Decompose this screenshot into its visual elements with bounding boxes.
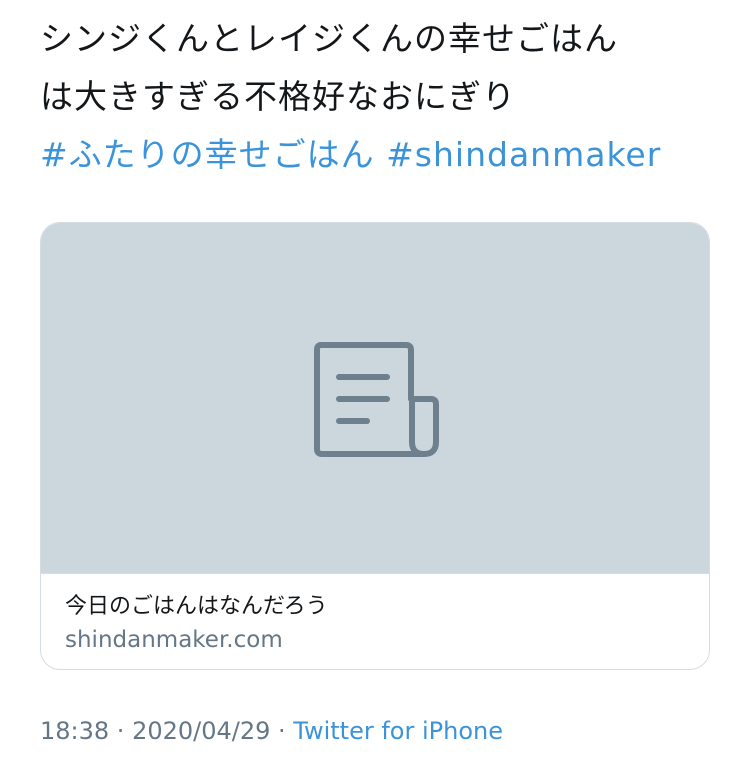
tweet-time[interactable]: 18:38 (40, 717, 109, 745)
meta-separator: · (109, 717, 133, 745)
card-media-placeholder (41, 223, 709, 574)
tweet-meta: 18:38 · 2020/04/29 · Twitter for iPhone (40, 714, 503, 748)
link-preview-card[interactable]: 今日のごはんはなんだろう shindanmaker.com (40, 222, 710, 670)
article-document-icon (314, 342, 439, 457)
tweet-date[interactable]: 2020/04/29 (132, 717, 270, 745)
card-title: 今日のごはんはなんだろう (65, 594, 328, 619)
tweet-text-line-2: は大きすぎる不格好なおにぎり (40, 77, 516, 116)
hashtag-row: #ふたりの幸せごはん #shindanmaker (40, 126, 710, 184)
tweet-source-link[interactable]: Twitter for iPhone (293, 717, 503, 745)
hashtag-link-shindanmaker[interactable]: #shindanmaker (386, 135, 661, 174)
meta-separator: · (270, 717, 294, 745)
tweet-text-line-1: シンジくんとレイジくんの幸せごはん (40, 19, 618, 58)
card-domain: shindanmaker.com (65, 627, 283, 653)
hashtag-link-futari[interactable]: #ふたりの幸せごはん (40, 135, 375, 174)
tweet-text: シンジくんとレイジくんの幸せごはん は大きすぎる不格好なおにぎり #ふたりの幸せ… (40, 10, 710, 184)
